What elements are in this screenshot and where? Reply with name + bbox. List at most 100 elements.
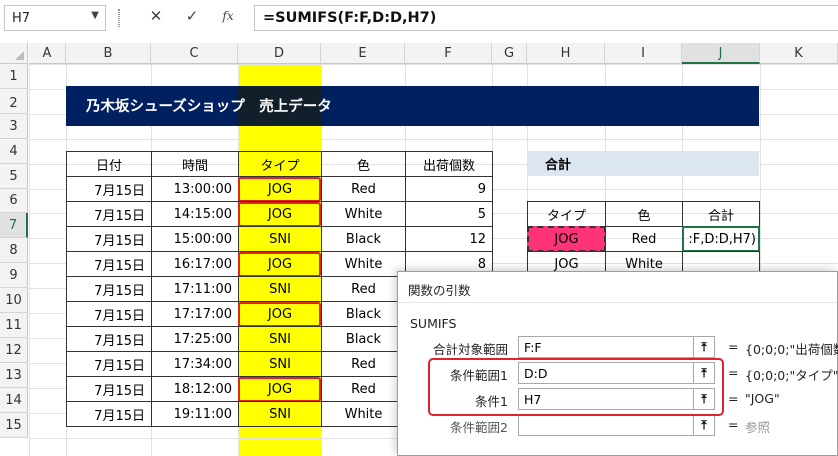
table-cell: 7月15日 <box>66 401 152 427</box>
function-name: SUMIFS <box>410 316 457 331</box>
active-cell-j7[interactable]: :F,D:D,H7) <box>682 226 760 252</box>
table-cell: Red <box>321 351 406 377</box>
table-cell: 13:00:00 <box>151 176 239 202</box>
row-header-5[interactable]: 5 <box>0 164 28 189</box>
arg-result: {0;0;0;"タイプ";"J <box>745 368 838 383</box>
table-header-cell: 時間 <box>151 151 239 177</box>
banner-title: 乃木坂シューズショップ 売上データ <box>86 99 332 115</box>
equals-sign: = <box>728 417 739 432</box>
equals-sign: = <box>728 365 739 380</box>
table-header-cell: 日付 <box>66 151 152 177</box>
table-cell: Black <box>321 326 406 352</box>
table-cell: 17:34:00 <box>151 351 239 377</box>
collapse-dialog-icon[interactable]: ⤒ <box>693 414 715 436</box>
row-header-6[interactable]: 6 <box>0 189 28 213</box>
table-header-cell: タイプ <box>238 151 322 177</box>
jog-annotation-box <box>238 302 321 327</box>
table-cell: 7月15日 <box>66 176 152 202</box>
jog-annotation-box <box>238 252 321 277</box>
jog-annotation-box <box>238 177 321 202</box>
column-header-e[interactable]: E <box>321 43 405 64</box>
row-header-4[interactable]: 4 <box>0 139 28 164</box>
table-cell: 9 <box>405 176 493 202</box>
row-header-12[interactable]: 12 <box>0 338 28 363</box>
row-header-7[interactable]: 7 <box>0 213 28 238</box>
table-cell: 15:00:00 <box>151 226 239 252</box>
column-header-b[interactable]: B <box>66 43 151 64</box>
table-cell: 7月15日 <box>66 276 152 302</box>
summary-cell: JOG <box>527 226 606 252</box>
jog-annotation-box <box>238 202 321 227</box>
row-header-13[interactable]: 13 <box>0 363 28 388</box>
row-header-8[interactable]: 8 <box>0 238 28 263</box>
row-header-3[interactable]: 3 <box>0 114 28 139</box>
arg-result: "JOG" <box>745 391 780 406</box>
equals-sign: = <box>728 391 739 406</box>
formula-text: =SUMIFS(F:F,D:D,H7) <box>263 10 437 26</box>
table-cell: 17:25:00 <box>151 326 239 352</box>
gridline-v <box>29 64 30 456</box>
row-header-9[interactable]: 9 <box>0 263 28 288</box>
table-cell: 7月15日 <box>66 351 152 377</box>
table-cell: 12 <box>405 226 493 252</box>
table-cell: 7月15日 <box>66 251 152 277</box>
select-all-corner[interactable] <box>0 43 28 64</box>
arg-result: {0;0;0;"出荷個数 <box>745 342 838 357</box>
name-box[interactable]: H7 ▼ <box>4 5 106 31</box>
table-cell: 7月15日 <box>66 326 152 352</box>
enter-icon[interactable]: ✓ <box>181 4 203 28</box>
table-cell: SNI <box>238 226 322 252</box>
table-cell: 19:11:00 <box>151 401 239 427</box>
table-cell: SNI <box>238 276 322 302</box>
row-header-10[interactable]: 10 <box>0 288 28 313</box>
table-cell: 5 <box>405 201 493 227</box>
column-header-a[interactable]: A <box>29 43 66 64</box>
table-cell: Red <box>321 176 406 202</box>
gridline-h <box>29 64 838 65</box>
table-cell: Black <box>321 301 406 327</box>
column-header-k[interactable]: K <box>760 43 838 64</box>
table-cell: White <box>321 201 406 227</box>
table-cell: Black <box>321 226 406 252</box>
table-cell: 7月15日 <box>66 226 152 252</box>
column-header-h[interactable]: H <box>527 43 605 64</box>
chevron-down-icon[interactable]: ▼ <box>91 10 99 21</box>
row-header-1[interactable]: 1 <box>0 64 28 89</box>
table-cell: SNI <box>238 351 322 377</box>
formula-input[interactable]: =SUMIFS(F:F,D:D,H7) <box>254 5 838 31</box>
cancel-icon[interactable]: ✕ <box>145 4 167 28</box>
row-header-11[interactable]: 11 <box>0 313 28 338</box>
column-header-f[interactable]: F <box>405 43 492 64</box>
table-cell: Red <box>321 376 406 402</box>
function-arguments-dialog[interactable]: 関数の引数 SUMIFS 合計対象範囲 F:F ⤒ = {0;0;0;"出荷個数 条件範囲… <box>397 271 838 456</box>
table-cell: SNI <box>238 401 322 427</box>
jog-annotation-box <box>238 377 321 402</box>
table-cell: White <box>321 251 406 277</box>
table-cell: 14:15:00 <box>151 201 239 227</box>
arg-input-4[interactable] <box>518 414 714 436</box>
name-box-value: H7 <box>12 11 31 26</box>
insert-function-icon[interactable]: fx <box>217 4 239 28</box>
column-header-i[interactable]: I <box>605 43 682 64</box>
table-cell: 7月15日 <box>66 376 152 402</box>
summary-header-cell: タイプ <box>527 201 606 227</box>
summary-cell: Red <box>605 226 683 252</box>
row-header-2[interactable]: 2 <box>0 89 28 114</box>
formula-bar-grip[interactable] <box>118 9 120 27</box>
arg-label: 合計対象範囲 <box>432 342 508 357</box>
column-header-g[interactable]: G <box>492 43 527 64</box>
column-header-j[interactable]: J <box>682 43 760 64</box>
dialog-title: 関数の引数 <box>408 283 471 298</box>
summary-header-cell: 色 <box>605 201 683 227</box>
table-cell: 18:12:00 <box>151 376 239 402</box>
table-cell: SNI <box>238 326 322 352</box>
row-header-14[interactable]: 14 <box>0 388 28 413</box>
table-cell: 7月15日 <box>66 201 152 227</box>
collapse-dialog-icon[interactable]: ⤒ <box>693 336 715 358</box>
column-header-c[interactable]: C <box>151 43 238 64</box>
table-cell: White <box>321 401 406 427</box>
arg-input-1[interactable]: F:F <box>518 336 714 358</box>
arg-label: 条件範囲2 <box>450 420 508 435</box>
row-header-15[interactable]: 15 <box>0 413 28 438</box>
column-header-d[interactable]: D <box>238 43 321 64</box>
